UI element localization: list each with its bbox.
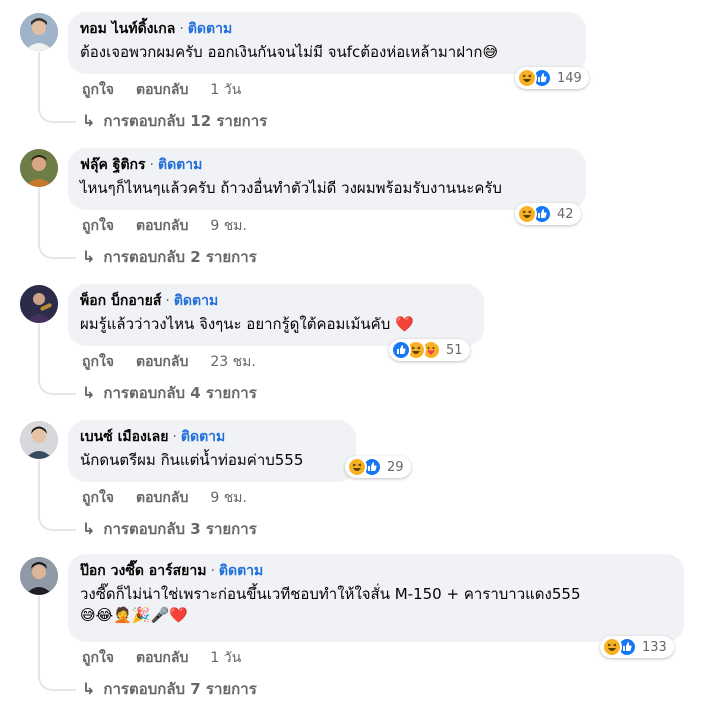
reply-button[interactable]: ตอบกลับ (136, 649, 188, 667)
separator-dot: · (179, 21, 184, 37)
follow-link[interactable]: ติดตาม (219, 563, 263, 579)
like-button[interactable]: ถูกใจ (82, 81, 114, 99)
reply-button[interactable]: ตอบกลับ (136, 217, 188, 235)
like-button[interactable]: ถูกใจ (82, 353, 114, 371)
reply-button[interactable]: ตอบกลับ (136, 353, 188, 371)
follow-link[interactable]: ติดตาม (174, 293, 218, 309)
thread-connector (38, 513, 76, 531)
reply-arrow-icon: ↳ (82, 247, 96, 266)
thread-connector (38, 377, 76, 395)
comment-text: นักดนตรีผม กินแต่น้ำท่อมค่าบ555 (80, 451, 304, 469)
comment-text: ไหนๆก็ไหนๆแล้วครับ ถ้าวงอื่นทำตัวไม่ดี ว… (80, 179, 502, 197)
author-name[interactable]: พ็อก บ็กอายส์ (80, 293, 161, 309)
timestamp[interactable]: 9 ชม. (210, 217, 247, 235)
like-icon (391, 340, 411, 360)
haha-icon (517, 68, 537, 88)
reply-arrow-icon: ↳ (82, 519, 96, 538)
like-button[interactable]: ถูกใจ (82, 489, 114, 507)
thread-connector (38, 673, 76, 691)
reaction-count: 149 (557, 70, 582, 86)
comment-bubble: เบนซ์ เมืองเลย · ติดตาม นักดนตรีผม กินแต่น… (68, 420, 356, 482)
haha-icon (347, 457, 367, 477)
replies-label: การตอบกลับ 3 รายการ (103, 520, 257, 538)
thread-connector (38, 241, 76, 259)
replies-label: การตอบกลับ 2 รายการ (103, 248, 257, 266)
reactions-summary[interactable]: 29 (345, 456, 411, 478)
reaction-count: 51 (446, 342, 463, 358)
follow-link[interactable]: ติดตาม (188, 21, 232, 37)
thread-line (38, 460, 40, 515)
reply-arrow-icon: ↳ (82, 679, 96, 698)
timestamp[interactable]: 1 วัน (210, 81, 241, 99)
avatar[interactable] (20, 421, 58, 459)
comment-actions: ถูกใจ ตอบกลับ 1 วัน (82, 649, 241, 667)
view-replies-link[interactable]: ↳ การตอบกลับ 7 รายการ (82, 679, 257, 699)
haha-icon (517, 204, 537, 224)
like-button[interactable]: ถูกใจ (82, 217, 114, 235)
reaction-count: 29 (387, 459, 404, 475)
view-replies-link[interactable]: ↳ การตอบกลับ 4 รายการ (82, 383, 257, 403)
author-name[interactable]: ป๊อก วงซี๊ด อาร์สยาม (80, 563, 206, 579)
thread-connector (38, 105, 76, 123)
comment-actions: ถูกใจ ตอบกลับ 1 วัน (82, 81, 241, 99)
reaction-count: 42 (557, 206, 574, 222)
comment-actions: ถูกใจ ตอบกลับ 9 ชม. (82, 489, 247, 507)
author-name[interactable]: ทอม ไนท์ดิ้งเกล (80, 21, 175, 37)
thread-line (38, 188, 40, 243)
reactions-summary[interactable]: 51 (389, 339, 470, 361)
avatar[interactable] (20, 13, 58, 51)
comment-text: ต้องเจอพวกผมครับ ออกเงินกันจนไม่มี จนfcต… (80, 43, 499, 61)
follow-link[interactable]: ติดตาม (181, 429, 225, 445)
reply-arrow-icon: ↳ (82, 111, 96, 130)
timestamp[interactable]: 23 ชม. (210, 353, 255, 371)
thread-line (38, 596, 40, 675)
like-button[interactable]: ถูกใจ (82, 649, 114, 667)
comment-text: ผมรู้แล้วว่าวงไหน จิงๆนะ อยากรู้ดูใต้คอม… (80, 315, 414, 333)
comment-text: วงซี๊ดก็ไม่น่าใช่เพราะก่อนขึ้นเวทีชอบทำใ… (80, 585, 581, 603)
separator-dot: · (165, 293, 170, 309)
comment-bubble: พ็อก บ็กอายส์ · ติดตาม ผมรู้แล้วว่าวงไหน จ… (68, 284, 484, 346)
comment-actions: ถูกใจ ตอบกลับ 9 ชม. (82, 217, 247, 235)
reply-arrow-icon: ↳ (82, 383, 96, 402)
separator-dot: · (172, 429, 177, 445)
comment-bubble: ทอม ไนท์ดิ้งเกล · ติดตาม ต้องเจอพวกผมครับ … (68, 12, 586, 74)
view-replies-link[interactable]: ↳ การตอบกลับ 2 รายการ (82, 247, 257, 267)
view-replies-link[interactable]: ↳ การตอบกลับ 12 รายการ (82, 111, 267, 131)
thread-line (38, 324, 40, 379)
author-name[interactable]: ฟลุ๊ค ฐิติกร (80, 157, 146, 173)
comment-actions: ถูกใจ ตอบกลับ 23 ชม. (82, 353, 256, 371)
comment-emoji-line: 😅😂🤦🎉🎤❤️ (80, 606, 188, 624)
follow-link[interactable]: ติดตาม (158, 157, 202, 173)
avatar[interactable] (20, 285, 58, 323)
thread-line (38, 52, 40, 107)
replies-label: การตอบกลับ 7 รายการ (103, 680, 257, 698)
reactions-summary[interactable]: 149 (515, 67, 589, 89)
separator-dot: · (149, 157, 154, 173)
replies-label: การตอบกลับ 4 รายการ (103, 384, 257, 402)
timestamp[interactable]: 9 ชม. (210, 489, 247, 507)
reaction-count: 133 (642, 639, 667, 655)
avatar[interactable] (20, 557, 58, 595)
reply-button[interactable]: ตอบกลับ (136, 81, 188, 99)
avatar[interactable] (20, 149, 58, 187)
separator-dot: · (210, 563, 215, 579)
reactions-summary[interactable]: 42 (515, 203, 581, 225)
view-replies-link[interactable]: ↳ การตอบกลับ 3 รายการ (82, 519, 257, 539)
comment-bubble: ป๊อก วงซี๊ด อาร์สยาม · ติดตาม วงซี๊ดก็ไม่น… (68, 554, 684, 642)
comment-bubble: ฟลุ๊ค ฐิติกร · ติดตาม ไหนๆก็ไหนๆแล้วครับ ถ… (68, 148, 586, 210)
reply-button[interactable]: ตอบกลับ (136, 489, 188, 507)
author-name[interactable]: เบนซ์ เมืองเลย (80, 429, 168, 445)
timestamp[interactable]: 1 วัน (210, 649, 241, 667)
reactions-summary[interactable]: 133 (600, 636, 674, 658)
haha-icon (602, 637, 622, 657)
replies-label: การตอบกลับ 12 รายการ (103, 112, 268, 130)
